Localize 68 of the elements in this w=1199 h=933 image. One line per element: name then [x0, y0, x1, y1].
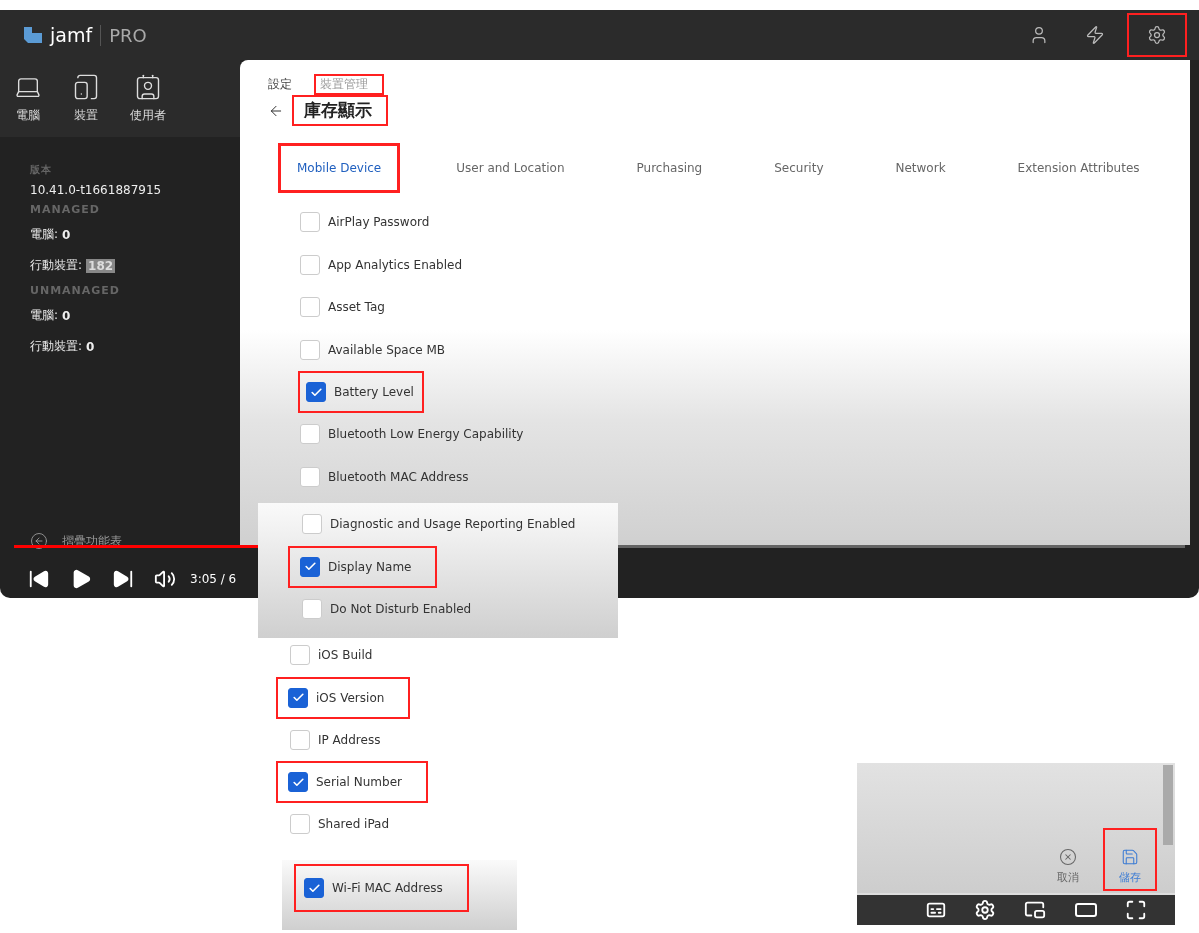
settings-icon: [1147, 25, 1167, 45]
stat-label: 電腦:: [30, 307, 59, 324]
previous-button[interactable]: [28, 568, 50, 590]
nav-item[interactable]: 電腦: [14, 73, 42, 124]
checkbox-option[interactable]: Available Space MB: [298, 328, 456, 371]
checkbox-option[interactable]: Bluetooth Low Energy Capability: [298, 413, 534, 456]
next-button[interactable]: [112, 568, 134, 590]
checkbox-option[interactable]: App Analytics Enabled: [298, 243, 473, 286]
page-title: 庫存顯示: [292, 95, 388, 126]
logo-icon: [24, 27, 42, 43]
tab[interactable]: Security: [758, 161, 840, 175]
checkbox[interactable]: [288, 772, 308, 792]
user-card-icon: [134, 73, 162, 101]
stat-value: 0: [62, 308, 71, 323]
checkbox-option[interactable]: Serial Number: [276, 761, 428, 803]
checkbox[interactable]: [304, 878, 324, 898]
tab[interactable]: Network: [879, 161, 962, 175]
nav-item[interactable]: 裝置: [72, 73, 100, 124]
settings-icon: [974, 899, 997, 921]
check-icon: [303, 560, 317, 573]
lightning-icon: [1085, 25, 1105, 45]
nav-item[interactable]: 使用者: [130, 73, 166, 124]
check-icon: [309, 385, 323, 399]
check-icon: [291, 775, 305, 789]
miniplayer-icon: [1023, 899, 1046, 921]
settings-button[interactable]: [1127, 13, 1187, 57]
fullscreen-icon: [1125, 899, 1148, 921]
stat-label: 電腦:: [30, 226, 59, 243]
check-icon: [291, 691, 305, 704]
checkbox-option[interactable]: Bluetooth MAC Address: [298, 455, 479, 498]
checkbox-option[interactable]: IP Address: [276, 718, 391, 761]
tab[interactable]: Purchasing: [620, 161, 719, 175]
volume-button[interactable]: [154, 568, 176, 590]
breadcrumb-link[interactable]: 設定: [262, 74, 308, 95]
checkbox-option[interactable]: Display Name: [288, 545, 438, 588]
product-name: PRO: [100, 24, 147, 46]
checkbox-option[interactable]: Wi-Fi MAC Address: [294, 864, 469, 912]
checkbox-option[interactable]: Shared iPad: [276, 803, 400, 846]
version-label: 版本: [30, 163, 53, 177]
version-number: 10.41.0-t1661887915: [30, 183, 163, 197]
tab[interactable]: User and Location: [440, 161, 581, 175]
stat-value: 0: [62, 227, 71, 242]
stat-value: 0: [86, 339, 95, 354]
checkbox-option[interactable]: AirPlay Password: [298, 201, 440, 244]
checkbox-option[interactable]: Battery Level: [298, 371, 424, 413]
checkbox-option[interactable]: Asset Tag: [298, 286, 395, 329]
checkbox-option[interactable]: Diagnostic and Usage Reporting Enabled: [288, 503, 586, 546]
checkbox[interactable]: [306, 382, 326, 402]
checkbox-option[interactable]: Do Not Disturb Enabled: [288, 587, 482, 630]
section-title: MANAGED: [30, 203, 101, 216]
logo-text: jamf: [50, 24, 93, 46]
checkbox[interactable]: [288, 687, 308, 708]
cancel-button[interactable]: 取消: [1051, 846, 1085, 891]
check-icon: [307, 881, 321, 895]
count-badge: 182: [86, 258, 116, 273]
close-icon: [1059, 848, 1077, 866]
checkbox[interactable]: [300, 556, 320, 577]
section-title: UNMANAGED: [30, 284, 121, 297]
checkbox-option[interactable]: iOS Version: [276, 676, 411, 719]
checkbox-option[interactable]: iOS Build: [276, 634, 383, 677]
save-icon: [1121, 848, 1139, 866]
video-time: 3:05 / 6: [190, 572, 237, 586]
tablet-icon: [72, 73, 100, 101]
stat-label: 行動裝置:: [30, 257, 83, 274]
tab[interactable]: Extension Attributes: [1001, 161, 1156, 175]
back-circle-icon: [30, 532, 48, 550]
tab[interactable]: Mobile Device: [278, 143, 401, 193]
stat-label: 行動裝置:: [30, 338, 83, 355]
